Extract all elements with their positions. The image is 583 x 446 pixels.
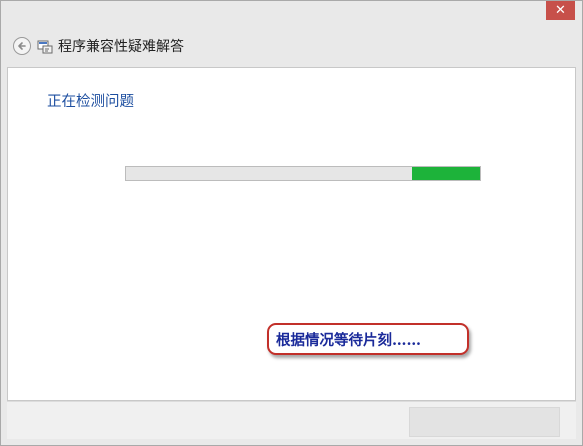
footer-bar: [7, 401, 576, 439]
back-arrow-icon: [18, 42, 26, 50]
close-button[interactable]: ✕: [546, 1, 575, 20]
back-button[interactable]: [13, 37, 31, 55]
callout-text: 根据情况等待片刻……: [276, 331, 421, 349]
troubleshooter-icon: [37, 40, 53, 54]
window-title: 程序兼容性疑难解答: [58, 39, 184, 55]
content-panel: 正在检测问题 根据情况等待片刻……: [7, 67, 576, 401]
progress-bar: [125, 166, 481, 181]
status-heading: 正在检测问题: [47, 94, 134, 110]
troubleshooter-window: ✕ 程序兼容性疑难解答 正在检测问题 根据情况等待片刻……: [0, 0, 583, 446]
close-icon: ✕: [555, 3, 566, 18]
annotation-callout: 根据情况等待片刻……: [267, 323, 469, 355]
progress-indicator: [412, 167, 480, 180]
footer-button[interactable]: [409, 407, 560, 437]
title-bar: 程序兼容性疑难解答: [13, 34, 184, 58]
